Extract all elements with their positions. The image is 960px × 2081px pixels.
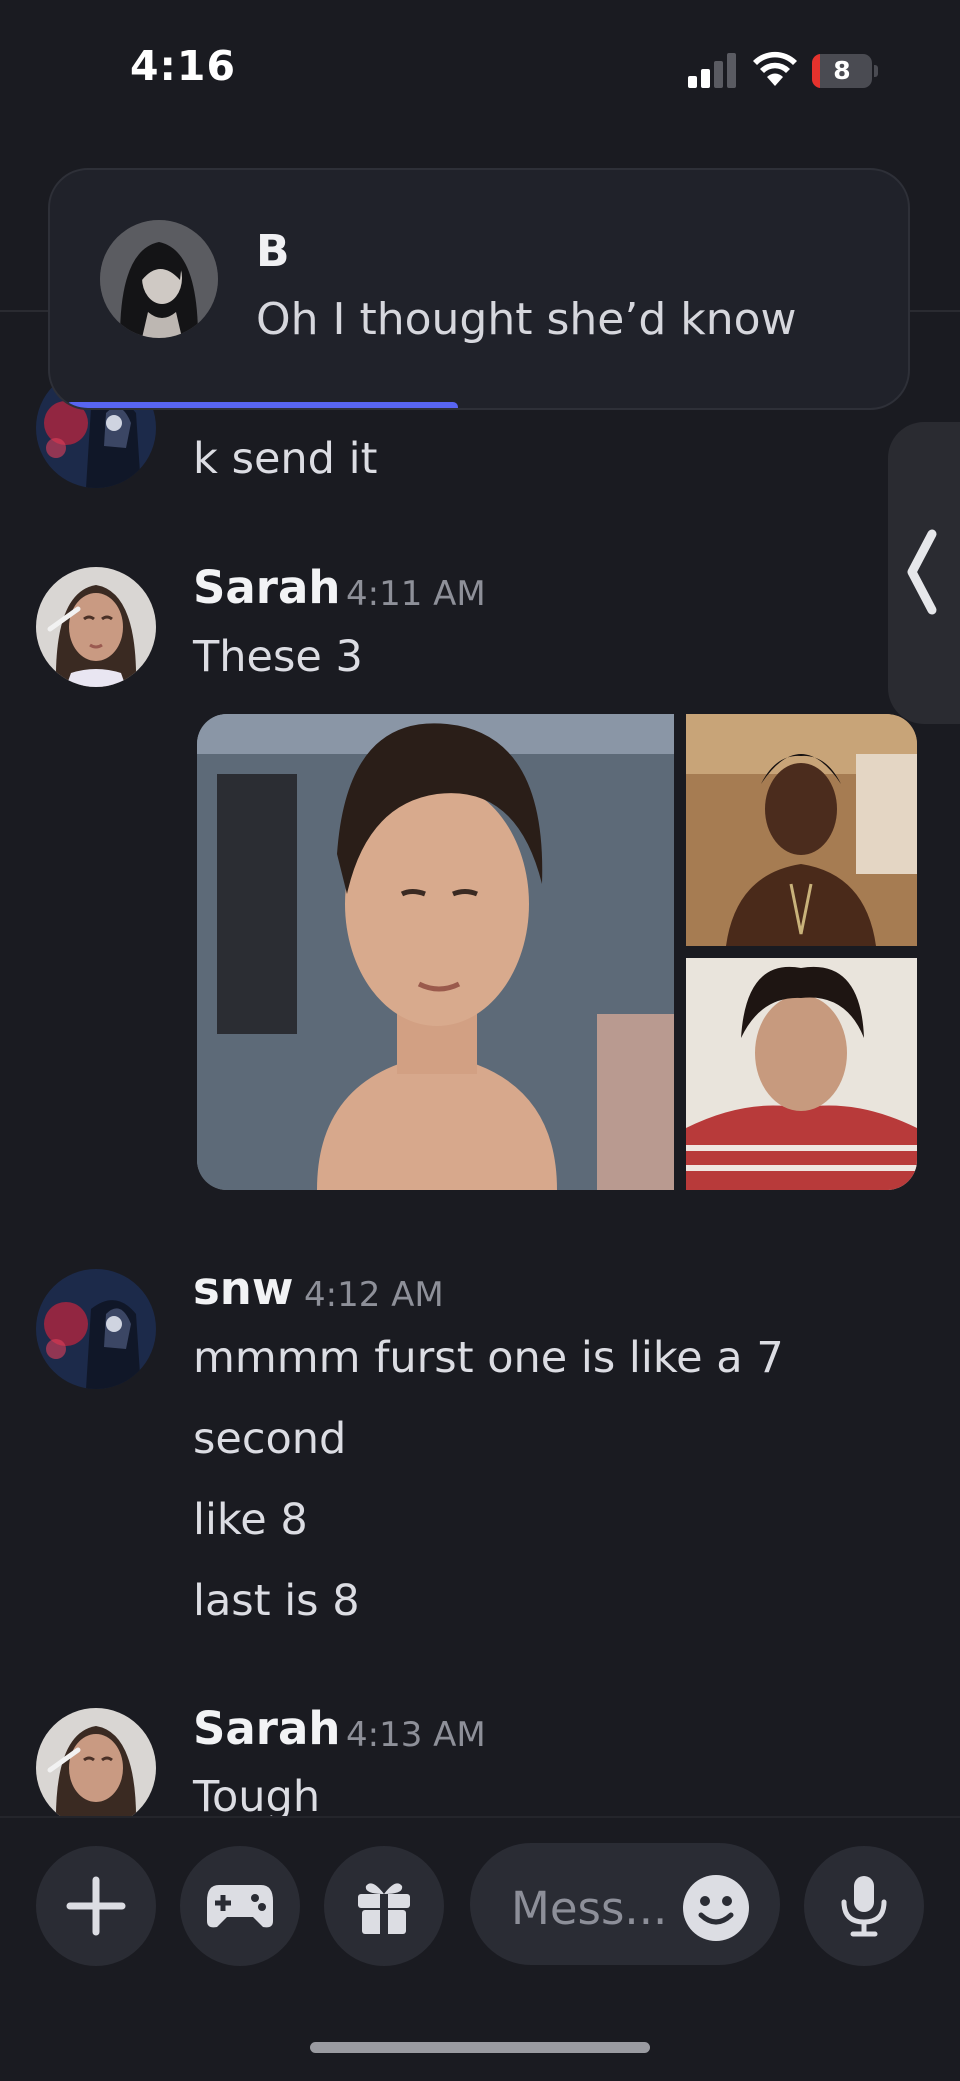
message-input-placeholder: Mess... bbox=[511, 1882, 668, 1935]
avatar-sarah[interactable] bbox=[36, 1708, 156, 1828]
gift-icon bbox=[358, 1883, 410, 1934]
cellular-signal-icon bbox=[688, 52, 740, 88]
message-timestamp: 4:13 AM bbox=[346, 1715, 486, 1755]
image-attachment-1[interactable] bbox=[197, 714, 674, 1190]
home-indicator bbox=[310, 2042, 650, 2053]
notification-message: Oh I thought she’d know bbox=[256, 294, 797, 345]
message-text: Tough bbox=[193, 1772, 321, 1822]
image-attachment-2[interactable] bbox=[686, 714, 917, 946]
message-author[interactable]: snw bbox=[193, 1262, 293, 1315]
side-panel-handle[interactable] bbox=[888, 422, 960, 724]
image-attachment-3[interactable] bbox=[686, 958, 917, 1190]
status-time: 4:16 bbox=[130, 42, 236, 90]
activities-button[interactable] bbox=[180, 1846, 300, 1966]
battery-icon: 8 bbox=[812, 54, 878, 88]
avatar-snw[interactable] bbox=[36, 1269, 156, 1389]
chevron-left-icon bbox=[907, 529, 937, 615]
message-text: mmmm furst one is like a 7 bbox=[193, 1333, 784, 1383]
message-author[interactable]: Sarah bbox=[193, 561, 340, 614]
plus-icon bbox=[66, 1876, 126, 1936]
message-text: last is 8 bbox=[193, 1576, 360, 1626]
image-attachment-grid bbox=[197, 714, 917, 1190]
microphone-icon bbox=[841, 1876, 887, 1937]
gift-button[interactable] bbox=[324, 1846, 444, 1966]
message-author[interactable]: Sarah bbox=[193, 1702, 340, 1755]
battery-level: 8 bbox=[833, 56, 851, 85]
message-text: second bbox=[193, 1414, 347, 1464]
message-timestamp: 4:11 AM bbox=[346, 574, 486, 614]
message-text: like 8 bbox=[193, 1495, 308, 1545]
notification-avatar bbox=[100, 220, 218, 338]
voice-message-button[interactable] bbox=[804, 1846, 924, 1966]
notification-progress bbox=[66, 402, 458, 408]
push-notification[interactable]: B Oh I thought she’d know bbox=[48, 168, 910, 410]
message-text: These 3 bbox=[193, 632, 363, 682]
message-text: k send it bbox=[193, 434, 378, 484]
emoji-icon bbox=[698, 1896, 734, 1925]
notification-sender: B bbox=[256, 226, 290, 277]
gamepad-icon bbox=[207, 1885, 273, 1928]
avatar-sarah[interactable] bbox=[36, 567, 156, 687]
message-timestamp: 4:12 AM bbox=[304, 1275, 444, 1315]
add-attachment-button[interactable] bbox=[36, 1846, 156, 1966]
emoji-button[interactable] bbox=[683, 1875, 749, 1941]
wifi-icon bbox=[752, 50, 798, 88]
